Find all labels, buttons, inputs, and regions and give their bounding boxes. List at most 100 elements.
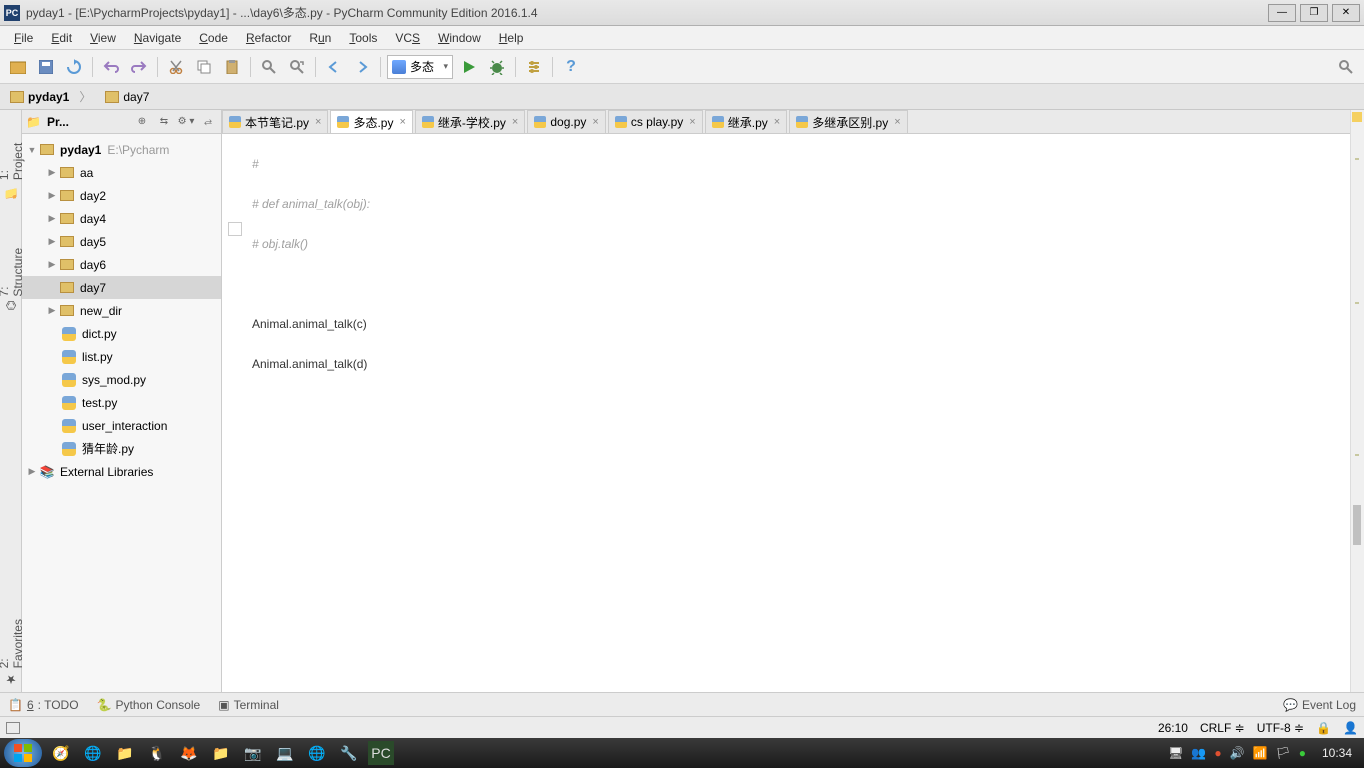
undo-icon[interactable] <box>99 55 123 79</box>
tree-file[interactable]: user_interaction <box>22 414 221 437</box>
taskbar-app[interactable]: 🔧 <box>336 741 362 765</box>
tree-root[interactable]: ▼pyday1E:\Pycharm <box>22 138 221 161</box>
menu-window[interactable]: Window <box>430 29 489 47</box>
tree-folder-new_dir[interactable]: ▶new_dir <box>22 299 221 322</box>
menu-view[interactable]: View <box>82 29 124 47</box>
search-everywhere-icon[interactable] <box>1334 55 1358 79</box>
stripe-mark[interactable] <box>1355 158 1359 160</box>
taskbar-pycharm[interactable]: PC <box>368 741 394 765</box>
close-tab-icon[interactable]: × <box>689 116 695 128</box>
close-tab-icon[interactable]: × <box>315 116 321 128</box>
tray-icon[interactable]: 📶 <box>1253 746 1268 760</box>
tray-icon[interactable]: 👥 <box>1191 746 1206 760</box>
tree-folder-day2[interactable]: ▶day2 <box>22 184 221 207</box>
paste-icon[interactable] <box>220 55 244 79</box>
cursor-position[interactable]: 26:10 <box>1158 721 1188 735</box>
scrollbar-thumb[interactable] <box>1353 505 1361 545</box>
taskbar-app[interactable]: 🧭 <box>48 741 74 765</box>
stripe-mark[interactable] <box>1355 302 1359 304</box>
menu-run[interactable]: Run <box>301 29 339 47</box>
bottom-tab-python-console[interactable]: 🐍 Python Console <box>97 698 201 712</box>
tray-icon[interactable]: ● <box>1214 746 1221 760</box>
tree-file[interactable]: dict.py <box>22 322 221 345</box>
redo-icon[interactable] <box>127 55 151 79</box>
settings-icon[interactable] <box>522 55 546 79</box>
replace-icon[interactable] <box>285 55 309 79</box>
run-config-selector[interactable]: 多态 <box>387 55 453 79</box>
taskbar-app[interactable]: 💻 <box>272 741 298 765</box>
save-icon[interactable] <box>34 55 58 79</box>
tree-file[interactable]: test.py <box>22 391 221 414</box>
crumb-root[interactable]: pyday1 <box>6 88 101 105</box>
menu-edit[interactable]: Edit <box>43 29 80 47</box>
stripe-mark[interactable] <box>1355 454 1359 456</box>
taskbar-app[interactable]: 🌐 <box>304 741 330 765</box>
start-button[interactable] <box>4 739 42 767</box>
maximize-button[interactable]: ❐ <box>1300 4 1328 22</box>
editor-tab[interactable]: dog.py× <box>527 110 605 133</box>
bottom-tab-todo[interactable]: 📋 6: TODO <box>8 698 79 712</box>
menu-vcs[interactable]: VCS <box>387 29 428 47</box>
editor-tab[interactable]: 继承-学校.py× <box>415 110 525 133</box>
menu-refactor[interactable]: Refactor <box>238 29 299 47</box>
taskbar-app[interactable]: 📁 <box>208 741 234 765</box>
tree-folder-day6[interactable]: ▶day6 <box>22 253 221 276</box>
copy-icon[interactable] <box>192 55 216 79</box>
close-tab-icon[interactable]: × <box>894 116 900 128</box>
taskbar-app[interactable]: 🦊 <box>176 741 202 765</box>
code-editor[interactable]: ## def animal_talk(obj):# obj.talk() Ani… <box>222 134 1364 692</box>
editor-tab[interactable]: 本节笔记.py× <box>222 110 328 133</box>
tray-icon[interactable]: ● <box>1299 746 1306 760</box>
tree-file[interactable]: 猜年龄.py <box>22 437 221 460</box>
back-icon[interactable] <box>322 55 346 79</box>
editor-tab[interactable]: 多继承区别.py× <box>789 110 907 133</box>
hide-icon[interactable]: ⥄ <box>199 113 217 131</box>
tree-folder-day4[interactable]: ▶day4 <box>22 207 221 230</box>
debug-icon[interactable] <box>485 55 509 79</box>
menu-help[interactable]: Help <box>491 29 532 47</box>
close-tab-icon[interactable]: × <box>592 116 598 128</box>
close-tab-icon[interactable]: × <box>399 116 405 128</box>
minimize-button[interactable]: — <box>1268 4 1296 22</box>
gutter-fold-icon[interactable] <box>228 222 242 236</box>
forward-icon[interactable] <box>350 55 374 79</box>
tray-flag-icon[interactable]: 🏳 <box>1275 746 1290 760</box>
taskbar-app[interactable]: 📷 <box>240 741 266 765</box>
tree-file[interactable]: sys_mod.py <box>22 368 221 391</box>
file-encoding[interactable]: UTF-8 ≑ <box>1257 721 1304 735</box>
cut-icon[interactable] <box>164 55 188 79</box>
taskbar-app[interactable]: 📁 <box>112 741 138 765</box>
find-icon[interactable] <box>257 55 281 79</box>
tree-folder-day7[interactable]: day7 <box>22 276 221 299</box>
sync-icon[interactable] <box>62 55 86 79</box>
help-icon[interactable]: ? <box>559 55 583 79</box>
sidebar-tab-structure[interactable]: ⌬ 7: Structure <box>0 235 27 317</box>
editor-tab[interactable]: 继承.py× <box>705 110 787 133</box>
tree-external-libs[interactable]: ▶External Libraries <box>22 460 221 483</box>
taskbar-clock[interactable]: 10:34 <box>1314 746 1360 760</box>
close-button[interactable]: ✕ <box>1332 4 1360 22</box>
taskbar-app[interactable]: 🌐 <box>80 741 106 765</box>
editor-tab[interactable]: cs play.py× <box>608 110 703 133</box>
status-panel-toggle-icon[interactable] <box>6 722 20 734</box>
tray-volume-icon[interactable]: 🔊 <box>1230 746 1245 760</box>
editor-tab[interactable]: 多态.py× <box>330 110 412 133</box>
menu-tools[interactable]: Tools <box>341 29 385 47</box>
menu-code[interactable]: Code <box>191 29 236 47</box>
gear-icon[interactable]: ⚙ ▾ <box>177 113 195 131</box>
lock-icon[interactable]: 🔒 <box>1316 721 1331 735</box>
run-icon[interactable] <box>457 55 481 79</box>
tree-folder-aa[interactable]: ▶aa <box>22 161 221 184</box>
hector-icon[interactable]: 👤 <box>1343 721 1358 735</box>
collapse-icon[interactable]: ⇆ <box>155 113 173 131</box>
sidebar-tab-project[interactable]: 📁 1: Project <box>0 130 27 205</box>
crumb-folder[interactable]: day7 <box>101 90 169 104</box>
menu-navigate[interactable]: Navigate <box>126 29 189 47</box>
inspection-indicator[interactable] <box>1352 112 1362 122</box>
bottom-tab-event-log[interactable]: 💬 Event Log <box>1283 698 1356 712</box>
tray-icon[interactable]: 🖥 <box>1168 746 1183 760</box>
close-tab-icon[interactable]: × <box>512 116 518 128</box>
open-icon[interactable] <box>6 55 30 79</box>
editor-error-stripe[interactable] <box>1350 110 1364 692</box>
line-separator[interactable]: CRLF ≑ <box>1200 721 1245 735</box>
